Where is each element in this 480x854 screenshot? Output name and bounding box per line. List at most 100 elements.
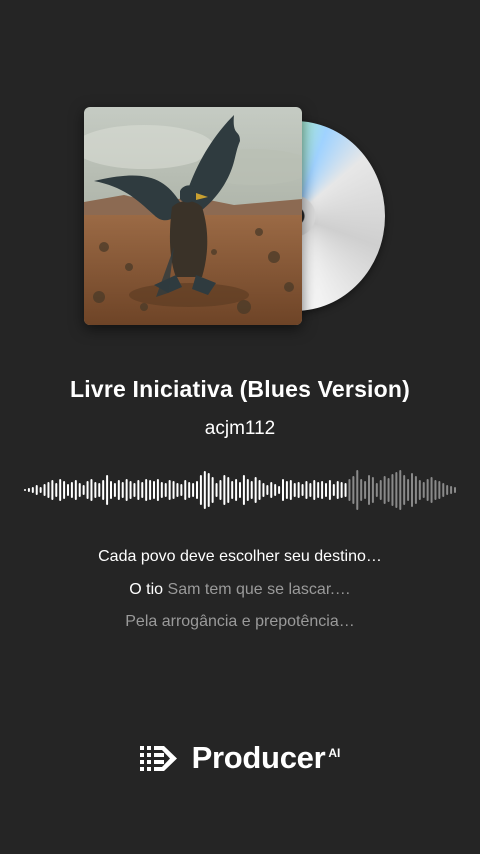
- waveform-bar: [106, 475, 109, 505]
- lyric-line-upcoming: Pela arrogância e prepotência…: [125, 613, 355, 630]
- waveform-bar: [454, 487, 456, 493]
- waveform-bar: [446, 485, 449, 495]
- waveform-bar: [31, 487, 34, 493]
- waveform-bar: [250, 481, 253, 499]
- waveform-bar: [438, 481, 441, 499]
- waveform-bar: [379, 480, 382, 500]
- waveform-bar: [207, 473, 210, 507]
- lyric-line-current: Cada povo deve escolher seu destino…: [98, 548, 382, 565]
- waveform-bar: [113, 483, 116, 497]
- waveform-bar: [407, 479, 410, 501]
- artist-name[interactable]: acjm112: [0, 418, 480, 440]
- waveform-bar: [352, 476, 355, 504]
- waveform-bar: [90, 479, 93, 501]
- waveform-bar: [262, 483, 265, 497]
- album-cover[interactable]: [84, 107, 302, 325]
- track-title: Livre Iniciativa (Blues Version): [69, 376, 411, 402]
- waveform-bar: [426, 479, 429, 501]
- waveform-bar: [35, 485, 38, 495]
- waveform-bar: [411, 473, 413, 507]
- waveform-bar: [27, 488, 30, 492]
- waveform-bar: [266, 485, 269, 495]
- waveform-bar: [203, 471, 206, 509]
- waveform-bar: [418, 480, 421, 500]
- waveform-bar: [399, 470, 402, 510]
- waveform-bar: [98, 483, 101, 497]
- waveform-bar: [348, 479, 351, 501]
- waveform-bar: [285, 481, 288, 499]
- waveform-bar: [86, 481, 89, 499]
- lyric-line-next: O tio Sam tem que se lascar.…: [0, 581, 480, 599]
- waveform-bar: [59, 479, 62, 501]
- waveform-bar: [180, 484, 183, 496]
- waveform-bar: [270, 482, 273, 498]
- producer-logo-icon: [139, 746, 177, 771]
- waveform-bar: [24, 489, 26, 491]
- waveform-bar: [219, 480, 222, 500]
- waveform-bar: [94, 482, 97, 498]
- waveform-bar: [274, 484, 277, 496]
- waveform-bar: [364, 481, 367, 499]
- waveform-bar: [430, 477, 433, 503]
- waveform-bar: [246, 479, 249, 501]
- waveform-bar: [301, 484, 304, 496]
- waveform-bar: [332, 484, 335, 496]
- waveform-bar: [160, 482, 163, 498]
- waveform-bar: [117, 480, 120, 500]
- player-screen: Livre Iniciativa (Blues Version) acjm112…: [0, 0, 480, 854]
- waveform-bar: [70, 482, 73, 498]
- waveform-bar: [422, 482, 425, 498]
- waveform-bar: [55, 483, 58, 497]
- lyric-upcoming-part: Sam tem que se lascar.…: [163, 581, 351, 598]
- waveform-bar: [434, 480, 437, 500]
- waveform-bar: [192, 483, 195, 497]
- waveform-bar: [360, 479, 363, 501]
- waveform-bar: [450, 486, 453, 494]
- waveform-bar: [196, 481, 198, 499]
- album-art-eagle-image: [84, 107, 302, 325]
- waveform-bar: [368, 475, 370, 505]
- waveform-bar: [328, 480, 331, 500]
- waveform-bar: [297, 482, 300, 498]
- waveform-bar: [51, 480, 54, 500]
- waveform-bar: [149, 480, 152, 500]
- waveform-bar: [278, 486, 281, 494]
- waveform-bar: [235, 479, 238, 501]
- waveform-bar: [356, 470, 359, 510]
- waveform-bar: [227, 477, 230, 503]
- waveform-bar: [258, 480, 261, 500]
- waveform-bar: [74, 480, 77, 500]
- audio-waveform[interactable]: [24, 465, 456, 515]
- waveform-bar: [199, 475, 202, 505]
- waveform-bar: [387, 478, 390, 502]
- waveform-bar: [239, 482, 241, 498]
- waveform-bar: [403, 475, 406, 505]
- waveform-bar: [184, 480, 187, 500]
- producer-ai-brand: Producer AI: [0, 740, 480, 776]
- waveform-bar: [102, 480, 105, 500]
- waveform-bar: [164, 483, 167, 497]
- waveform-bar: [383, 476, 386, 504]
- waveform-bar: [188, 482, 191, 498]
- waveform-bar: [172, 481, 175, 499]
- waveform-bar: [340, 482, 343, 498]
- waveform-bar: [78, 483, 81, 497]
- waveform-bar: [371, 477, 374, 503]
- waveform-bar: [414, 476, 417, 504]
- waveform-bar: [133, 483, 136, 497]
- waveform-bar: [242, 475, 245, 505]
- waveform-bar: [43, 484, 46, 496]
- waveform-bar: [309, 483, 312, 497]
- waveform-bar: [67, 484, 69, 496]
- waveform-bar: [211, 477, 214, 503]
- waveform-bar: [125, 479, 128, 501]
- waveform-bar: [156, 479, 159, 501]
- waveform-bar: [215, 483, 218, 497]
- waveform-bar: [82, 485, 85, 495]
- lyric-sung-part: O tio: [129, 581, 164, 598]
- waveform-bar: [231, 481, 234, 499]
- waveform-bar: [305, 481, 308, 499]
- waveform-bar: [289, 480, 292, 500]
- waveform-bar: [153, 481, 155, 499]
- waveform-bar: [321, 481, 324, 499]
